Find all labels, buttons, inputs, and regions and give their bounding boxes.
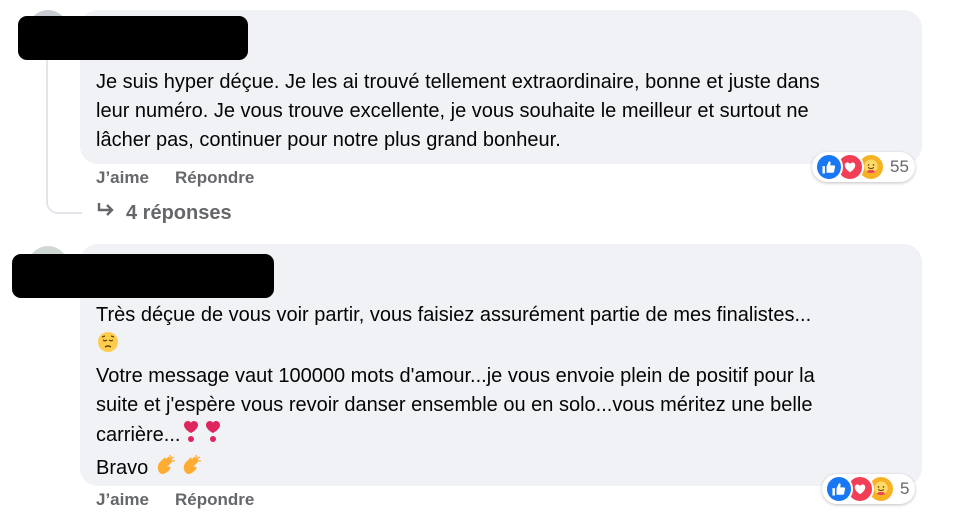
like-action[interactable]: J’aime	[96, 490, 149, 510]
comment-text: Très déçue de vous voir partir, vous fai…	[96, 301, 815, 486]
like-icon	[815, 153, 843, 181]
heart-exclamation-icon	[181, 420, 201, 453]
heart-exclamation-icon	[203, 420, 223, 453]
reply-action[interactable]: Répondre	[175, 490, 254, 510]
redacted-author-name	[18, 16, 248, 60]
comment-text-line: Bravo	[96, 453, 815, 486]
pensive-face-icon	[97, 331, 119, 362]
comment-text: Je suis hyper déçue. Je les ai trouvé te…	[96, 68, 820, 155]
reply-arrow-icon	[96, 201, 116, 225]
clapping-hands-icon	[155, 453, 179, 486]
reply-thread-line	[46, 52, 82, 214]
redacted-author-name	[12, 254, 274, 298]
comment-text-line: Je suis hyper déçue. Je les ai trouvé te…	[96, 71, 820, 93]
reaction-count: 55	[890, 157, 909, 176]
comment-text-line: suite et j'espère vous revoir danser ens…	[96, 394, 813, 416]
reaction-summary[interactable]: 5	[822, 474, 916, 504]
comment-text-fragment: Bravo	[96, 457, 149, 479]
like-icon	[825, 475, 853, 503]
reply-action[interactable]: Répondre	[175, 168, 254, 188]
comment-text-line: Votre message vaut 100000 mots d'amour..…	[96, 365, 815, 387]
comment-text-line: Très déçue de vous voir partir, vous fai…	[96, 304, 812, 326]
reaction-count: 5	[900, 479, 910, 498]
clapping-hands-icon	[181, 453, 205, 486]
comment-text-line: leur numéro. Je vous trouve excellente, …	[96, 100, 809, 122]
comment-text-line: lâcher pas, continuer pour notre plus gr…	[96, 129, 561, 151]
like-action[interactable]: J’aime	[96, 168, 149, 188]
comment-text-line: carrière...	[96, 420, 815, 453]
reaction-summary[interactable]: 55	[812, 152, 915, 182]
view-replies-link[interactable]: 4 réponses	[96, 201, 232, 225]
comment-text-fragment: carrière...	[96, 424, 181, 446]
replies-count-label: 4 réponses	[126, 201, 232, 224]
comment-text-line	[96, 330, 815, 362]
